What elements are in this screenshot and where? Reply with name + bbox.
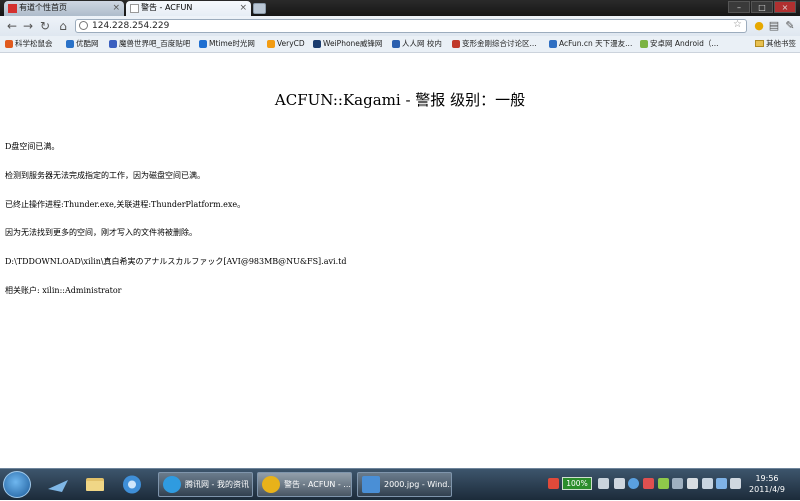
- task-label: 警告 - ACFUN - ...: [284, 480, 351, 489]
- bookmark-star-icon[interactable]: ☆: [733, 19, 742, 30]
- task-label: 2000.jpg - Wind...: [384, 480, 452, 489]
- page-icon: [130, 4, 139, 13]
- extension-icon[interactable]: ●: [752, 19, 766, 33]
- bookmark-item[interactable]: WeiPhone威锋网: [313, 38, 382, 50]
- folder-icon: [86, 478, 104, 491]
- reload-button[interactable]: ↻: [37, 18, 53, 34]
- printer-icon[interactable]: [672, 478, 683, 489]
- bookmark-item[interactable]: 安卓网 Android（...: [640, 38, 719, 50]
- tray-icon[interactable]: [658, 478, 669, 489]
- bookmark-item[interactable]: 变形金刚综合讨论区...: [452, 38, 537, 50]
- taskbar-item[interactable]: 2000.jpg - Wind...: [357, 472, 452, 497]
- tab-label: 有道个性首页: [19, 3, 67, 12]
- bookmark-label: AcFun.cn 天下漫友...: [559, 39, 633, 48]
- start-button[interactable]: [3, 471, 31, 498]
- maximize-button[interactable]: □: [751, 1, 773, 13]
- address-bar[interactable]: 124.228.254.229 ☆: [75, 19, 747, 33]
- other-bookmarks[interactable]: 其他书签: [755, 38, 796, 50]
- minimize-button[interactable]: –: [728, 1, 750, 13]
- bookmark-item[interactable]: 优酷网: [66, 38, 99, 50]
- bookmark-label: 人人网 校内: [402, 39, 442, 48]
- folder-icon: [755, 40, 764, 47]
- url-text: 124.228.254.229: [92, 21, 170, 31]
- bookmark-icon: [313, 40, 321, 48]
- network-icon[interactable]: [628, 478, 639, 489]
- clock-date: 2011/4/9: [749, 485, 785, 494]
- flag-icon[interactable]: [687, 478, 698, 489]
- bookmark-label: 魔兽世界吧_百度贴吧: [119, 39, 191, 48]
- bookmark-item[interactable]: Mtime时光网: [199, 38, 255, 50]
- back-button[interactable]: ←: [4, 18, 20, 34]
- bookmark-label: 科学松鼠会: [15, 39, 53, 48]
- bookmark-label: 安卓网 Android（...: [650, 39, 719, 48]
- bookmark-icon: [640, 40, 648, 48]
- pinned-app[interactable]: [79, 472, 111, 497]
- tray-icon[interactable]: [548, 478, 559, 489]
- notification-icon[interactable]: [614, 478, 625, 489]
- wrench-icon[interactable]: ✎: [783, 19, 797, 33]
- forward-button[interactable]: →: [20, 18, 36, 34]
- close-icon[interactable]: ×: [239, 1, 247, 15]
- bookmark-icon: [392, 40, 400, 48]
- alert-line: 已终止操作进程:Thunder.exe,关联进程:ThunderPlatform…: [5, 200, 246, 209]
- bookmark-icon: [452, 40, 460, 48]
- account-line: 相关账户: xilin::Administrator: [5, 286, 122, 295]
- page-menu-icon[interactable]: ▤: [767, 19, 781, 33]
- alert-line: D盘空间已满。: [5, 142, 60, 151]
- plane-icon: [48, 480, 68, 492]
- bookmarks-bar: 科学松鼠会 优酷网 魔兽世界吧_百度贴吧 Mtime时光网 VeryCD Wei…: [0, 36, 800, 53]
- image-viewer-icon: [362, 476, 380, 493]
- bookmark-icon: [549, 40, 557, 48]
- tab-youdao[interactable]: 有道个性首页 ×: [4, 1, 124, 16]
- browser-title-bar: 有道个性首页 × 警告 - ACFUN × – □ ×: [0, 0, 800, 16]
- monitor-icon[interactable]: [702, 478, 713, 489]
- taskbar-item[interactable]: 腾讯网 - 我的资讯: [158, 472, 253, 497]
- volume-icon[interactable]: [730, 478, 741, 489]
- bookmark-item[interactable]: VeryCD: [267, 38, 305, 50]
- alert-line: 检测到服务器无法完成指定的工作，因为磁盘空间已满。: [5, 171, 205, 180]
- itunes-icon: [123, 475, 141, 494]
- bookmark-label: 优酷网: [76, 39, 99, 48]
- pinned-app[interactable]: [116, 472, 148, 497]
- browser-toolbar: ← → ↻ ⌂ 124.228.254.229 ☆ ● ▤ ✎: [0, 16, 800, 37]
- taskbar-item[interactable]: 警告 - ACFUN - ...: [257, 472, 352, 497]
- bookmark-item[interactable]: 魔兽世界吧_百度贴吧: [109, 38, 190, 50]
- page-info-icon: [79, 21, 88, 30]
- bookmark-icon: [5, 40, 13, 48]
- bookmark-item[interactable]: AcFun.cn 天下漫友...: [549, 38, 632, 50]
- close-window-button[interactable]: ×: [774, 1, 796, 13]
- bookmark-icon: [199, 40, 207, 48]
- bookmark-item[interactable]: 科学松鼠会: [5, 38, 53, 50]
- battery-indicator[interactable]: 100%: [562, 477, 592, 490]
- home-button[interactable]: ⌂: [55, 18, 71, 34]
- chrome-icon: [163, 476, 181, 493]
- file-path-line: D:\TDDOWNLOAD\xilin\真白希実のアナルスカルファック[AVI@…: [5, 257, 347, 266]
- page-content: ACFUN::Kagami - 警报 级别：一般 D盘空间已满。 检测到服务器无…: [0, 53, 800, 468]
- alert-line: 因为无法找到更多的空间，刚才写入的文件将被删除。: [5, 228, 197, 237]
- pinned-app[interactable]: [42, 472, 74, 497]
- other-bookmarks-label: 其他书签: [766, 39, 796, 48]
- close-icon[interactable]: ×: [112, 1, 120, 15]
- bookmark-icon: [66, 40, 74, 48]
- task-label: 腾讯网 - 我的资讯: [185, 480, 249, 489]
- youdao-icon: [8, 4, 17, 13]
- bookmark-label: Mtime时光网: [209, 39, 255, 48]
- security-icon[interactable]: [643, 478, 654, 489]
- keyboard-icon[interactable]: [598, 478, 609, 489]
- bookmark-icon: [109, 40, 117, 48]
- network-signal-icon[interactable]: [716, 478, 727, 489]
- page-title: ACFUN::Kagami - 警报 级别：一般: [274, 91, 526, 109]
- new-tab-button[interactable]: [253, 3, 266, 14]
- bookmark-icon: [267, 40, 275, 48]
- clock-time: 19:56: [755, 474, 779, 483]
- system-clock[interactable]: 19:56 2011/4/9: [742, 473, 792, 495]
- bookmark-label: 变形金刚综合讨论区...: [462, 39, 537, 48]
- chrome-icon: [262, 476, 280, 493]
- bookmark-label: VeryCD: [277, 39, 305, 48]
- bookmark-item[interactable]: 人人网 校内: [392, 38, 442, 50]
- bookmark-label: WeiPhone威锋网: [323, 39, 383, 48]
- tab-label: 警告 - ACFUN: [141, 3, 193, 12]
- windows-taskbar: 腾讯网 - 我的资讯 警告 - ACFUN - ... 2000.jpg - W…: [0, 468, 800, 500]
- tab-acfun[interactable]: 警告 - ACFUN ×: [126, 1, 251, 16]
